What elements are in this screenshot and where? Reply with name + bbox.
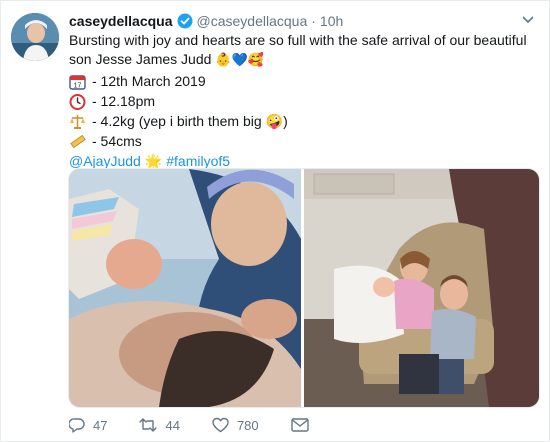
crazy-face-emoji: 🤪) <box>265 112 288 129</box>
reply-count: 47 <box>93 417 108 433</box>
tweet-text: Bursting with joy and hearts are so full… <box>69 31 539 171</box>
tweet-intro: Bursting with joy and hearts are so full… <box>69 31 539 69</box>
timestamp[interactable]: 10h <box>320 13 343 29</box>
like-count: 780 <box>236 417 259 433</box>
reply-button[interactable]: 47 <box>69 417 107 433</box>
date-text: - 12th March 2019 <box>92 72 206 89</box>
heart-icon <box>212 417 229 433</box>
photo-newborn-and-mother[interactable] <box>69 169 301 407</box>
chevron-down-icon[interactable] <box>521 13 535 30</box>
media-grid <box>68 168 540 408</box>
handle[interactable]: @caseydellacqua <box>197 13 308 29</box>
clock-icon <box>69 93 86 110</box>
message-button[interactable] <box>290 418 317 432</box>
intro-text: Bursting with joy and hearts are so full… <box>69 32 527 67</box>
weight-line: - 4.2kg (yep i birth them big 🤪) <box>69 111 539 131</box>
intro-emojis: 👶💙🥰 <box>215 52 264 67</box>
retweet-button[interactable]: 44 <box>139 417 180 433</box>
tweet-card: caseydellacqua @caseydellacqua · 10h Bur… <box>0 0 550 442</box>
retweet-count: 44 <box>165 417 180 433</box>
retweet-icon <box>139 418 158 432</box>
calendar-icon: 17 <box>69 73 86 90</box>
date-line: 17 - 12th March 2019 <box>69 71 539 91</box>
display-name[interactable]: caseydellacqua <box>69 13 173 29</box>
length-line: - 54cms <box>69 131 539 151</box>
envelope-icon <box>290 418 309 432</box>
ruler-icon <box>69 133 86 150</box>
reply-icon <box>69 418 85 433</box>
verified-badge-icon <box>177 13 193 29</box>
scales-icon <box>69 113 86 130</box>
separator-dot: · <box>311 13 316 29</box>
tweet-header: caseydellacqua @caseydellacqua · 10h <box>69 11 535 31</box>
tweet-actions: 47 44 780 <box>69 415 349 435</box>
length-text: - 54cms <box>92 132 142 149</box>
time-text: - 12.18pm <box>92 92 156 109</box>
photo-children-with-baby[interactable] <box>304 169 539 407</box>
weight-text: - 4.2kg (yep i birth them big <box>92 112 262 129</box>
avatar[interactable] <box>11 13 59 61</box>
svg-text:17: 17 <box>74 82 82 89</box>
like-button[interactable]: 780 <box>212 417 259 433</box>
time-line: - 12.18pm <box>69 91 539 111</box>
